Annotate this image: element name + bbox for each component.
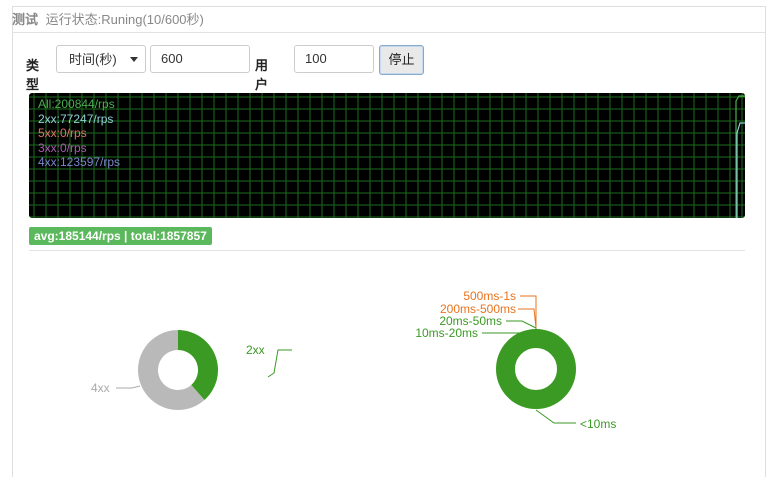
label-4xx: 4xx: [91, 381, 110, 395]
panel-header: 测试 运行状态:Runing(10/600秒): [12, 10, 766, 33]
type-select[interactable]: 时间(秒): [56, 45, 146, 73]
label-2xx: 2xx: [246, 343, 265, 357]
leader-4xx: [116, 385, 141, 389]
chevron-down-icon: [130, 57, 138, 62]
rps-monitor: All:200844/rps 2xx:77247/rps 5xx:0/rps 3…: [29, 93, 745, 218]
type-label: 类型: [26, 58, 40, 92]
leader-200-500ms: [518, 308, 537, 329]
trace-2xx: [736, 122, 745, 218]
leader-500ms-1s: [520, 295, 537, 328]
legend-2xx: 2xx:77247/rps: [38, 111, 114, 126]
legend-4xx: 4xx:123597/rps: [38, 155, 121, 169]
duration-input[interactable]: 600: [150, 45, 250, 73]
latency-pie: 500ms-1s 200ms-500ms 20ms-50ms 10ms-20ms…: [415, 289, 616, 431]
label-500ms-1s: 500ms-1s: [463, 289, 516, 303]
rps-grid-chart: [29, 93, 745, 218]
legend-5xx: 5xx:0/rps: [38, 126, 87, 140]
stop-button[interactable]: 停止: [379, 45, 424, 75]
users-input[interactable]: 100: [294, 45, 374, 73]
panel-title: 测试: [12, 12, 39, 27]
label-10-20ms: 10ms-20ms: [415, 326, 478, 340]
summary-badge: avg:185144/rps | total:1857857: [29, 227, 212, 245]
rps-legend: All:200844/rps 2xx:77247/rps 5xx:0/rps 3…: [38, 97, 120, 170]
label-lt10ms: <10ms: [580, 417, 616, 431]
leader-lt10ms: [535, 409, 576, 424]
leader-20-50ms: [506, 320, 537, 329]
type-select-value: 时间(秒): [69, 52, 117, 67]
leader-2xx: [267, 349, 292, 378]
run-status: 运行状态:Runing(10/600秒): [45, 12, 204, 27]
status-code-pie: 2xx 4xx: [91, 330, 292, 410]
legend-3xx: 3xx:0/rps: [38, 140, 87, 155]
legend-all: All:200844/rps: [38, 97, 115, 111]
divider: [29, 250, 745, 251]
pie-slice--10ms[interactable]: [496, 329, 576, 409]
